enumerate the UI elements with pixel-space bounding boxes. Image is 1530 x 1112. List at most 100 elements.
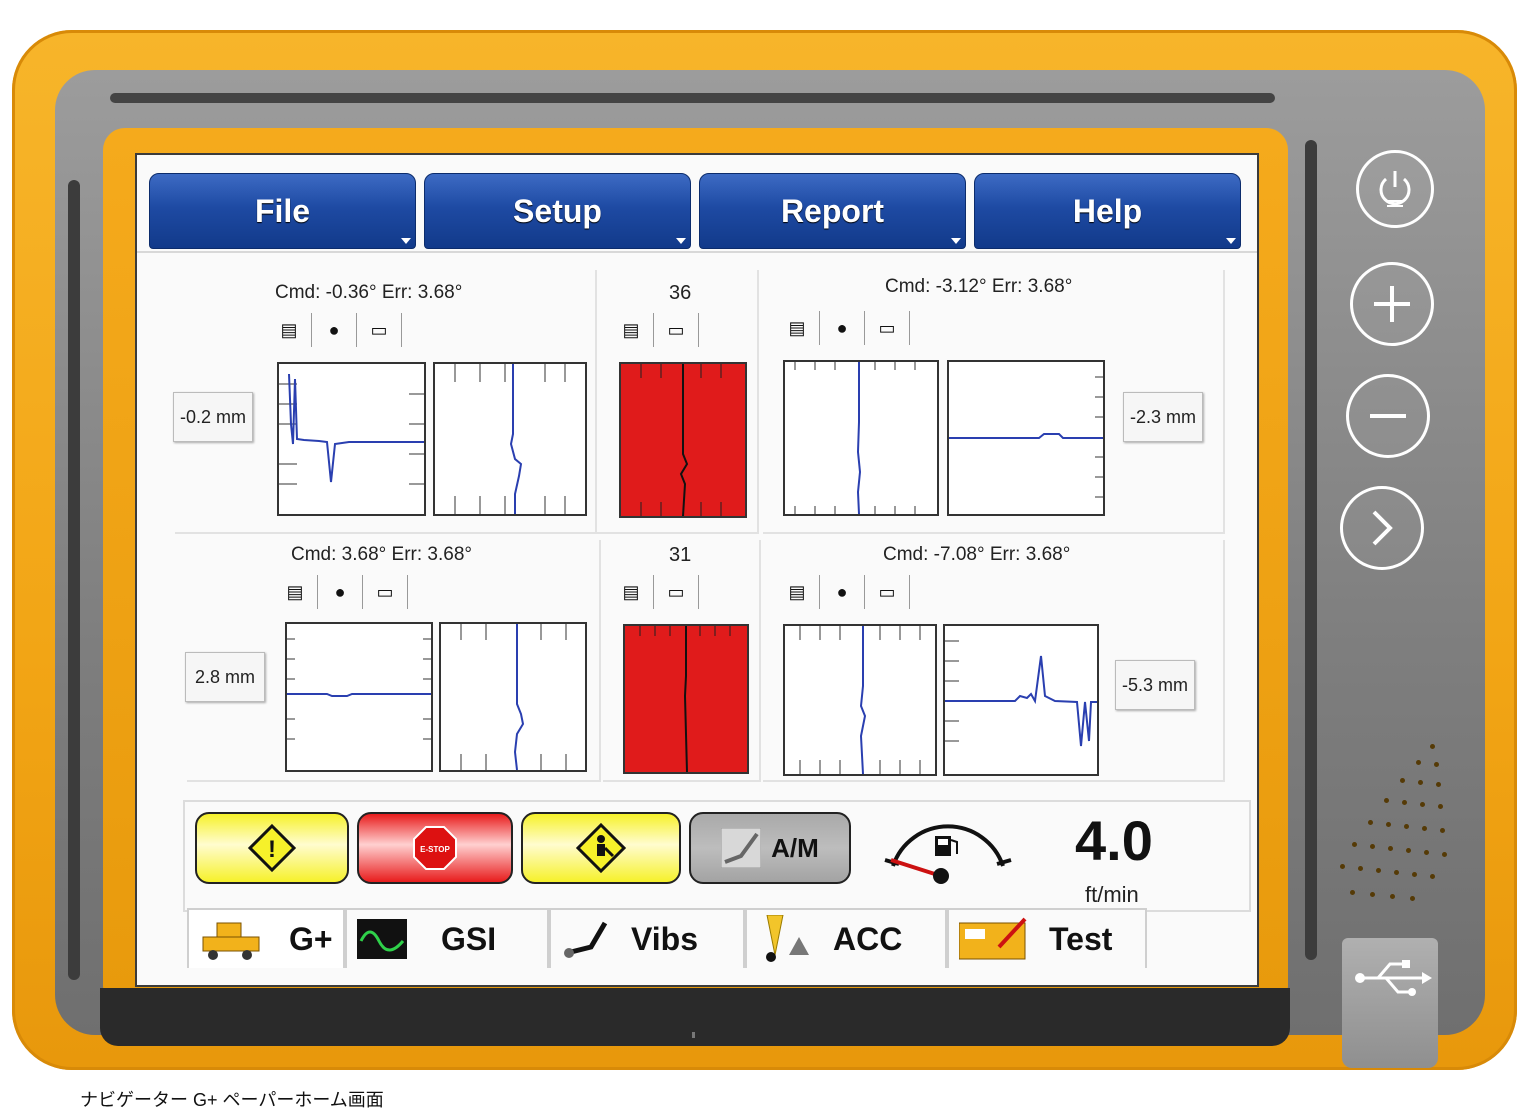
speaker-hole (1434, 762, 1439, 767)
waveform-icon (357, 919, 407, 959)
tab-test[interactable]: Test (947, 908, 1147, 968)
road-work-button[interactable] (521, 812, 681, 884)
speaker-hole (1436, 782, 1441, 787)
center-readout: 31 (669, 544, 692, 566)
estop-button[interactable]: E-STOP (357, 812, 513, 884)
panel-bottom-right: Cmd: -7.08° Err: 3.68° ▤ ● ▭ -5.3 mm (763, 540, 1225, 782)
plus-icon (1374, 286, 1410, 322)
speaker-hole (1352, 842, 1357, 847)
panel-toolbar: ▤ ▭ (609, 574, 699, 610)
plus-button[interactable] (1350, 262, 1434, 346)
offset-button[interactable]: -5.3 mm (1115, 660, 1195, 710)
display-icon[interactable]: ▭ (363, 575, 408, 609)
tab-vibs[interactable]: Vibs (549, 908, 745, 968)
slope-plot (783, 624, 937, 776)
speaker-hole (1350, 890, 1355, 895)
minus-button[interactable] (1346, 374, 1430, 458)
speaker-hole (1370, 844, 1375, 849)
slope-plot (433, 362, 587, 516)
tab-label: G+ (289, 920, 333, 957)
offset-button[interactable]: -2.3 mm (1123, 392, 1203, 442)
aggregate-icon (766, 915, 809, 962)
svg-text:!: ! (268, 836, 276, 863)
display-icon[interactable]: ▭ (654, 575, 699, 609)
speaker-hole (1440, 828, 1445, 833)
slope-trace (460, 624, 567, 771)
menu-file-label: File (254, 192, 311, 229)
menu-setup[interactable]: Setup (424, 173, 691, 249)
next-button[interactable] (1340, 486, 1424, 570)
panel-toolbar: ▤ ▭ (609, 312, 699, 348)
stop-sign-icon: E-STOP (413, 826, 457, 870)
fuel-gauge-icon (884, 824, 1012, 884)
menu-report[interactable]: Report (699, 173, 966, 249)
road-work-icon (575, 822, 627, 874)
auto-manual-button[interactable]: A/M (689, 812, 851, 884)
display-icon[interactable]: ▭ (865, 311, 910, 345)
speaker-hole (1422, 826, 1427, 831)
check-icon[interactable]: ● (820, 311, 865, 345)
check-icon[interactable]: ● (318, 575, 363, 609)
vibrator-icon (564, 921, 608, 958)
display-icon[interactable]: ▭ (357, 313, 402, 347)
speaker-hole (1358, 866, 1363, 871)
tab-label: Test (1049, 920, 1113, 957)
test-icon (959, 917, 1027, 960)
speaker-hole (1340, 864, 1345, 869)
check-icon[interactable]: ● (820, 575, 865, 609)
speaker-hole (1402, 800, 1407, 805)
tab-acc[interactable]: ACC (745, 908, 947, 968)
panel-toolbar: ▤ ● ▭ (273, 574, 408, 610)
slope-trace (794, 362, 916, 515)
check-icon[interactable]: ● (312, 313, 357, 347)
estop-label: E-STOP (420, 845, 450, 854)
speaker-hole (1410, 896, 1415, 901)
speed-unit: ft/min (1085, 882, 1139, 907)
sensor-config-icon[interactable]: ▤ (609, 313, 654, 347)
menu-setup-label: Setup (513, 192, 602, 229)
panel-top-left: Cmd: -0.36° Err: 3.68° ▤ ● ▭ -0.2 mm (173, 270, 597, 534)
power-button[interactable] (1356, 150, 1434, 228)
warning-button[interactable]: ! (195, 812, 349, 884)
display-icon[interactable]: ▭ (654, 313, 699, 347)
usb-cover[interactable] (1342, 938, 1438, 1068)
speaker-hole (1430, 744, 1435, 749)
menu-file[interactable]: File (149, 173, 416, 249)
profile-plot (947, 360, 1105, 516)
speaker-hole (1404, 824, 1409, 829)
speaker-hole (1406, 848, 1411, 853)
tab-g-plus[interactable]: G+ (187, 908, 345, 968)
sensor-config-icon[interactable]: ▤ (775, 575, 820, 609)
am-label: A/M (771, 832, 819, 863)
menu-help[interactable]: Help (974, 173, 1241, 249)
blade-icon (721, 828, 762, 868)
tab-label: GSI (441, 920, 497, 957)
caret-down-icon (401, 238, 411, 244)
panel-top-right: Cmd: -3.12° Err: 3.68° ▤ ● ▭ -2.3 mm (763, 270, 1225, 534)
display-icon[interactable]: ▭ (865, 575, 910, 609)
blade-indicator (619, 362, 747, 518)
speaker-hole (1368, 820, 1373, 825)
speaker-hole (1388, 846, 1393, 851)
tab-gsi[interactable]: GSI (345, 908, 549, 968)
sensor-config-icon[interactable]: ▤ (609, 575, 654, 609)
center-readout: 36 (669, 282, 692, 304)
sensor-config-icon[interactable]: ▤ (267, 313, 312, 347)
speaker-hole (1412, 872, 1417, 877)
menu-help-label: Help (1072, 192, 1143, 229)
bottom-mark (692, 1032, 695, 1038)
profile-plot (285, 622, 433, 772)
caret-down-icon (951, 238, 961, 244)
panel-toolbar: ▤ ● ▭ (775, 310, 910, 346)
panel-top-center: 36 ▤ ▭ (597, 270, 759, 534)
left-slot (68, 180, 80, 980)
offset-button[interactable]: 2.8 mm (185, 652, 265, 702)
offset-button[interactable]: -0.2 mm (173, 392, 253, 442)
profile-trace (279, 373, 424, 485)
sensor-config-icon[interactable]: ▤ (273, 575, 318, 609)
profile-trace (949, 376, 1103, 498)
blade-trace (639, 626, 731, 773)
sensor-config-icon[interactable]: ▤ (775, 311, 820, 345)
chevron-right-icon (1372, 510, 1393, 546)
caret-down-icon (676, 238, 686, 244)
